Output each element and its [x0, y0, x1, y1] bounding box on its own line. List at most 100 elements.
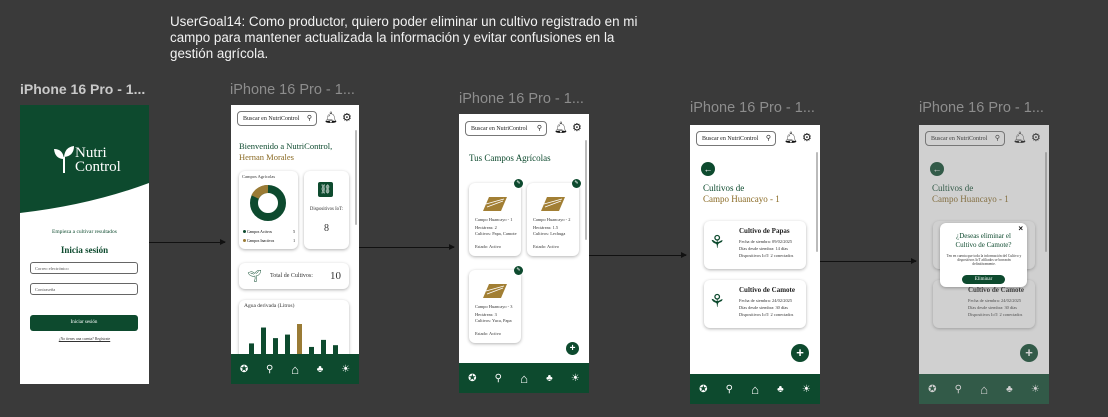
iot-devices-card[interactable]: ⛓︎ Dispositivos IoT: 8: [304, 171, 349, 249]
scrollbar[interactable]: [355, 130, 357, 225]
bottom-nav: ✪ ⚲ ⌂ ♣ ☀: [231, 354, 359, 384]
nav-home-icon[interactable]: ⌂: [751, 382, 759, 397]
fields-title: Tus Campos Agrícolas: [469, 153, 551, 163]
field-card-1[interactable]: ✎ Campo Huancayo - 1 Hectáreas: 2 Cultiv…: [469, 179, 523, 256]
nav-farmer-icon[interactable]: ♣: [777, 384, 784, 395]
delete-crop-screen: Buscar en NutriControl ⚲ 🔔︎ ⚙︎ ← Cultivo…: [919, 125, 1049, 404]
edit-pencil-icon[interactable]: ✎: [514, 179, 523, 188]
add-crop-button[interactable]: +: [791, 344, 809, 362]
search-placeholder: Buscar en NutriControl: [243, 115, 300, 122]
iot-label: Dispositivos IoT:: [309, 207, 344, 212]
crops-count: 10: [330, 270, 341, 282]
sprout-icon: ⚘: [709, 291, 726, 311]
frame-title-4: iPhone 16 Pro - 1...: [690, 100, 815, 116]
field-card-2[interactable]: ✎ Campo Huancayo - 2 Hectáreas: 1.5 Cult…: [527, 179, 581, 256]
crop-card-papas[interactable]: ⚘ Cultivo de Papas Fecha de siembra: 09/…: [704, 221, 806, 269]
field-image-icon: [483, 197, 507, 211]
water-bar: [297, 324, 302, 354]
bottom-nav: ✪ ⚲ ⌂ ♣ ☀: [690, 374, 820, 404]
nav-farmer-icon[interactable]: ♣: [546, 373, 553, 384]
edit-pencil-icon[interactable]: ✎: [572, 179, 581, 188]
field-2-name: Campo Huancayo - 2: [533, 217, 571, 222]
water-bar: [273, 338, 278, 354]
frame-title-3: iPhone 16 Pro - 1...: [459, 91, 584, 107]
frame-title-2: iPhone 16 Pro - 1...: [230, 82, 355, 98]
field-3-name: Campo Huancayo - 3: [475, 304, 513, 309]
flow-arrow-2: [351, 243, 455, 251]
crop-1-name: Cultivo de Papas: [739, 227, 790, 235]
search-input[interactable]: Buscar en NutriControl ⚲: [465, 121, 547, 136]
active-legend-dot: [243, 230, 246, 233]
notifications-bell-icon[interactable]: 🔔︎: [784, 133, 798, 144]
field-card-3[interactable]: ✎ Campo Huancayo - 3 Hectáreas: 3 Cultiv…: [469, 266, 523, 343]
settings-gear-icon[interactable]: ⚙︎: [802, 133, 812, 144]
nav-search-icon[interactable]: ⚲: [266, 364, 273, 375]
nav-search-icon[interactable]: ⚲: [495, 373, 502, 384]
nav-search-icon[interactable]: ⚲: [726, 384, 733, 395]
nav-sun-icon[interactable]: ☀: [802, 384, 811, 395]
field-3-hectares: Hectáreas: 3: [475, 312, 497, 317]
active-fields-legend: Campos Activos 5: [243, 230, 295, 234]
email-field[interactable]: Correo electrónico: [30, 262, 138, 274]
frame-title-5: iPhone 16 Pro - 1...: [919, 100, 1044, 116]
user-goal-text: UserGoal14: Como productor, quiero poder…: [170, 14, 638, 61]
fields-donut-chart: [250, 185, 286, 221]
login-tagline: Empieza a cultivar resultados: [52, 229, 117, 235]
nav-sun-icon[interactable]: ☀: [341, 364, 350, 375]
sprout-logo-icon: [54, 146, 74, 173]
fields-card-title: Campos Agrícolas: [242, 174, 276, 179]
settings-gear-icon[interactable]: ⚙︎: [572, 123, 582, 134]
search-placeholder: Buscar en NutriControl: [702, 135, 759, 142]
crop-card-camote[interactable]: ⚘ Cultivo de Camote Fecha de siembra: 24…: [704, 280, 806, 328]
back-arrow-button[interactable]: ←: [701, 162, 715, 176]
welcome-text: Bienvenido a NutriControl,: [239, 141, 333, 151]
login-screen: Nutri Control Empieza a cultivar resulta…: [20, 105, 149, 384]
search-input[interactable]: Buscar en NutriControl ⚲: [696, 131, 776, 146]
water-title: Agua derivada (Litros): [244, 303, 295, 309]
dashboard-screen: Buscar en NutriControl ⚲ 🔔︎ ⚙︎ Bienvenid…: [231, 105, 359, 384]
dialog-warning: Ten en cuenta que toda la información de…: [946, 254, 1022, 267]
nav-star-icon[interactable]: ✪: [699, 384, 707, 395]
edit-pencil-icon[interactable]: ✎: [514, 266, 523, 275]
water-usage-card[interactable]: Agua derivada (Litros): [239, 300, 349, 360]
crops-label: Total de Cultivos:: [270, 273, 313, 279]
search-input[interactable]: Buscar en NutriControl ⚲: [237, 111, 317, 126]
nav-star-icon[interactable]: ✪: [468, 373, 476, 384]
search-icon: ⚲: [765, 134, 771, 142]
login-heading: Inicia sesión: [60, 245, 109, 255]
notifications-bell-icon[interactable]: 🔔︎: [554, 123, 568, 134]
fields-screen: Buscar en NutriControl ⚲ 🔔︎ ⚙︎ Tus Campo…: [459, 114, 589, 393]
user-name: Hernan Morales: [239, 152, 294, 162]
delete-confirm-button[interactable]: Eliminar: [962, 275, 1005, 284]
login-button[interactable]: Iniciar sesión: [30, 315, 138, 331]
nav-farmer-icon[interactable]: ♣: [317, 364, 324, 375]
notifications-bell-icon[interactable]: 🔔︎: [324, 113, 338, 124]
scrollbar[interactable]: [585, 140, 587, 240]
field-1-crops: Cultivos: Papa, Camote: [475, 231, 517, 236]
nav-home-icon[interactable]: ⌂: [520, 371, 528, 386]
scrollbar[interactable]: [816, 152, 818, 252]
nav-star-icon[interactable]: ✪: [240, 364, 248, 375]
crop-2-devices: Dispositivos IoT: 2 conectados: [739, 312, 794, 317]
total-crops-card[interactable]: 🌱︎ Total de Cultivos: 10: [239, 263, 349, 289]
fields-summary-card[interactable]: Campos Agrícolas Campos Activos 5 Campos…: [239, 171, 298, 249]
settings-gear-icon[interactable]: ⚙︎: [342, 113, 352, 124]
plant-hand-icon: 🌱︎: [247, 269, 263, 283]
inactive-legend-dot: [243, 239, 246, 242]
water-bar: [321, 339, 326, 354]
password-field[interactable]: Contraseña: [30, 283, 138, 295]
field-1-name: Campo Huancayo - 1: [475, 217, 513, 222]
field-3-crops: Cultivos: Yuca, Papa: [475, 318, 512, 323]
register-link[interactable]: ¿No tienes una cuenta? Regístrate: [20, 337, 149, 341]
chip-icon: ⛓︎: [318, 182, 333, 197]
water-bar: [309, 346, 314, 354]
nav-sun-icon[interactable]: ☀: [571, 373, 580, 384]
search-icon: ⚲: [536, 124, 542, 132]
add-field-button[interactable]: +: [566, 342, 579, 355]
crop-1-devices: Dispositivos IoT: 2 conectados: [739, 253, 794, 258]
flow-arrow-1: [149, 238, 226, 246]
crops-title-line-2: Campo Huancayo - 1: [703, 194, 780, 204]
field-2-crops: Cultivos: Lechuga: [533, 231, 566, 236]
nav-home-icon[interactable]: ⌂: [291, 362, 299, 377]
water-bar-chart: [249, 324, 338, 354]
